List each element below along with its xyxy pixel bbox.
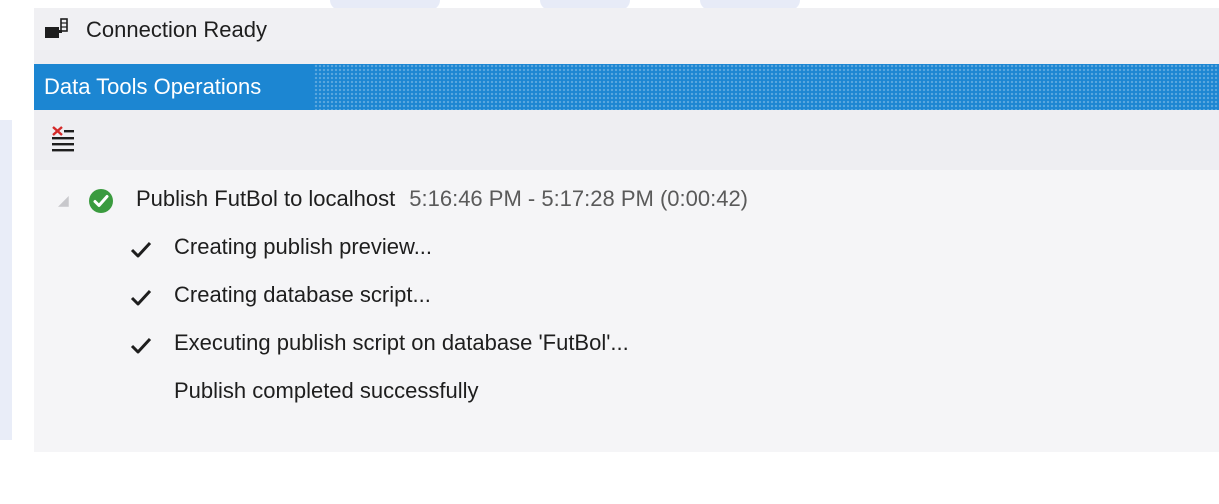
- step-item: Creating database script...: [174, 282, 431, 307]
- operation-title: Publish FutBol to localhost: [136, 186, 396, 211]
- step-item: Creating publish preview...: [174, 234, 433, 259]
- connection-icon: [45, 18, 68, 38]
- connection-status-bar: Connection Ready: [34, 8, 1219, 50]
- clear-list-icon[interactable]: [48, 124, 78, 154]
- panel-toolbar: [34, 110, 1219, 166]
- checkmark-icon: [130, 337, 152, 354]
- panel-title-bar[interactable]: Data Tools Operations: [34, 64, 1219, 110]
- connection-status-text: Connection Ready: [86, 17, 268, 42]
- operation-header[interactable]: Publish FutBol to localhost 5:16:46 PM - …: [136, 186, 748, 212]
- data-tools-panel: Connection Ready Data Tools Operations ◢: [34, 8, 1219, 452]
- watermark-stripe: [0, 120, 12, 440]
- success-check-circle-icon: [89, 189, 113, 213]
- operation-result: Publish completed successfully: [174, 378, 479, 403]
- collapse-arrow-icon[interactable]: ◢: [58, 192, 72, 208]
- step-item: Executing publish script on database 'Fu…: [174, 330, 629, 355]
- checkmark-icon: [130, 289, 152, 306]
- page: Connection Ready Data Tools Operations ◢: [0, 0, 1219, 504]
- operations-results: ◢ Publish FutBol to localhost 5:16:46 PM …: [34, 170, 1219, 452]
- checkmark-icon: [130, 241, 152, 258]
- operation-time-range: 5:16:46 PM - 5:17:28 PM (0:00:42): [409, 186, 749, 211]
- panel-title: Data Tools Operations: [44, 74, 262, 99]
